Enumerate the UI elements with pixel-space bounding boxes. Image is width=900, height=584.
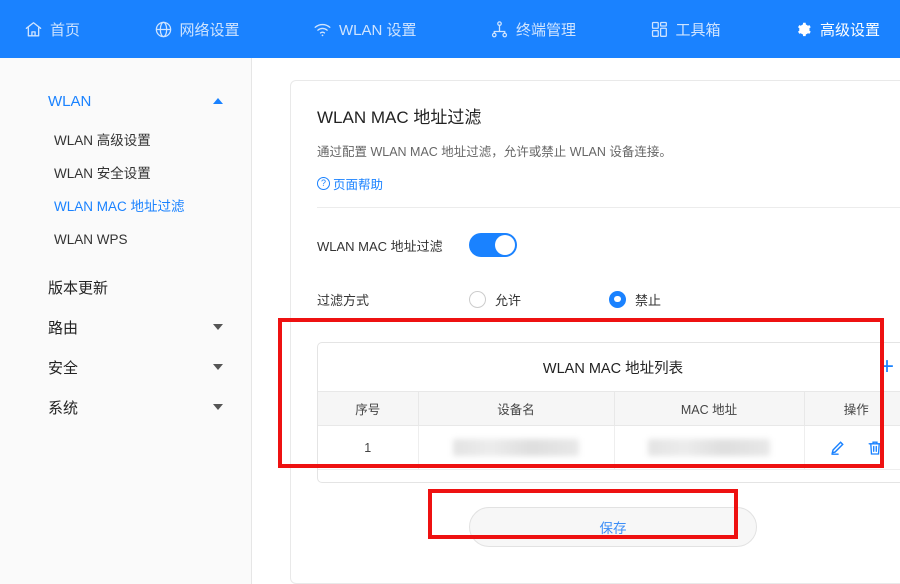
sidebar-item-wlan-advanced[interactable]: WLAN 高级设置 [0,124,251,157]
cell-actions [804,425,900,470]
filter-mode-label: 过滤方式 [317,292,370,308]
sidebar-group-label: 安全 [48,359,79,377]
column-header-actions: 操作 [804,391,900,426]
nav-item-home[interactable]: 首页 [22,15,82,44]
nav-item-label: 高级设置 [820,21,881,39]
edit-icon[interactable] [828,439,846,457]
nav-item-advanced-settings[interactable]: 高级设置 [792,15,882,44]
column-header-mac: MAC 地址 [614,391,805,426]
sidebar-item-wlan-wps[interactable]: WLAN WPS [0,223,251,256]
content-card: WLAN MAC 地址过滤 通过配置 WLAN MAC 地址过滤，允许或禁止 W… [290,80,900,584]
nav-item-label: 工具箱 [675,21,721,39]
column-header-index: 序号 [318,391,419,426]
sidebar-group-routing[interactable]: 路由 [0,310,251,344]
sidebar-group-wlan[interactable]: WLAN [0,84,251,118]
table-header-row: 序号 设备名 MAC 地址 操作 [318,391,900,426]
cell-mac-address [614,425,805,470]
chevron-up-icon [213,98,223,104]
chevron-down-icon [213,404,223,410]
table-tail-row [318,470,900,482]
plus-icon[interactable]: + [880,355,894,379]
save-button-zone: 保存 [317,506,900,547]
nav-item-label: 终端管理 [516,21,577,39]
sidebar-group-label: 系统 [48,399,79,417]
sidebar-item-wlan-mac-filter[interactable]: WLAN MAC 地址过滤 [0,190,251,223]
filter-switch-label: WLAN MAC 地址过滤 [317,238,443,254]
radio-circle-forbid [609,290,627,308]
table-body: 1 [318,425,900,482]
nav-item-terminal-management[interactable]: 终端管理 [488,15,578,44]
sidebar-group-version-update[interactable]: 版本更新 [0,270,251,304]
chevron-down-icon [213,324,223,330]
sidebar-group-label: 版本更新 [48,279,109,297]
home-icon [24,20,43,39]
wifi-icon [313,20,332,39]
mac-list-header: WLAN MAC 地址列表 + [318,343,900,391]
cell-device-name [418,425,615,470]
page-help-link[interactable]: ? 页面帮助 [317,174,383,193]
filter-mode-row: 过滤方式 允许 禁止 [317,282,900,316]
mac-address-list-panel: WLAN MAC 地址列表 + 序号 设备名 MAC 地址 操作 1 [317,342,900,483]
radio-label-allow: 允许 [495,292,522,308]
mac-filter-toggle[interactable] [469,233,517,257]
radio-option-forbid[interactable]: 禁止 [609,290,661,309]
save-button[interactable]: 保存 [469,506,757,547]
nav-item-label: 网络设置 [179,21,240,39]
question-circle-icon: ? [317,177,330,190]
radio-label-forbid: 禁止 [635,292,662,308]
page-title: WLAN MAC 地址过滤 [317,108,482,127]
sidebar-group-system[interactable]: 系统 [0,390,251,424]
sidebar-group-label: 路由 [48,319,79,337]
table-header: 序号 设备名 MAC 地址 操作 [318,391,900,426]
redacted-mac-address [648,439,770,456]
grid-icon [650,20,669,39]
main-content: WLAN MAC 地址过滤 通过配置 WLAN MAC 地址过滤，允许或禁止 W… [252,58,900,584]
nav-item-wlan-settings[interactable]: WLAN 设置 [311,15,419,44]
table-row: 1 [318,425,900,470]
toggle-knob [495,235,515,255]
radio-circle-allow [469,290,486,308]
cell-index: 1 [318,425,419,470]
row-action-group [806,439,900,457]
redacted-device-name [453,439,579,456]
mac-address-table: 序号 设备名 MAC 地址 操作 1 [318,391,900,482]
column-header-device: 设备名 [418,391,615,426]
nav-item-label: 首页 [50,21,81,39]
sidebar-group-security[interactable]: 安全 [0,350,251,384]
sidebar: WLAN WLAN 高级设置 WLAN 安全设置 WLAN MAC 地址过滤 W… [0,58,252,584]
sidebar-item-wlan-security[interactable]: WLAN 安全设置 [0,157,251,190]
sidebar-group-label: WLAN [48,92,92,110]
gear-icon [794,20,813,39]
nav-item-toolbox[interactable]: 工具箱 [648,15,723,44]
globe-icon [154,20,173,39]
header-divider [317,207,900,208]
page-description: 通过配置 WLAN MAC 地址过滤，允许或禁止 WLAN 设备连接。 [317,145,672,159]
nav-item-network-settings[interactable]: 网络设置 [152,15,242,44]
filter-switch-row: WLAN MAC 地址过滤 [317,228,900,262]
delete-icon[interactable] [866,439,884,457]
sidebar-submenu-wlan: WLAN 高级设置 WLAN 安全设置 WLAN MAC 地址过滤 WLAN W… [0,118,251,264]
top-navigation-bar: 首页 网络设置 WLAN 设置 终端管理 工具箱 高级设置 [0,0,900,58]
mac-list-title: WLAN MAC 地址列表 [542,360,684,377]
chevron-down-icon [213,364,223,370]
sitemap-icon [490,20,509,39]
radio-option-allow[interactable]: 允许 [469,290,521,309]
page-body: WLAN WLAN 高级设置 WLAN 安全设置 WLAN MAC 地址过滤 W… [0,58,900,584]
nav-item-label: WLAN 设置 [339,21,417,39]
table-tail-cell [318,470,900,482]
page-help-label: 页面帮助 [333,178,384,192]
